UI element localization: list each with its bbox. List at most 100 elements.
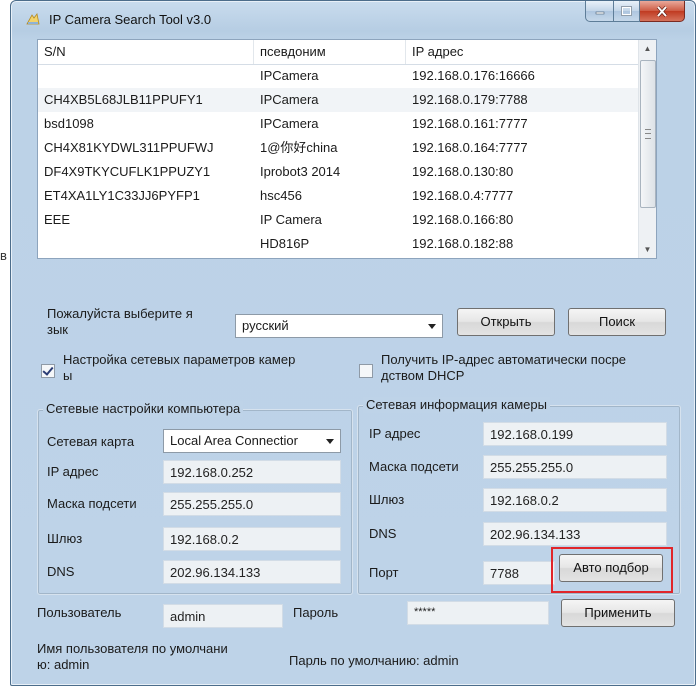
table-row[interactable]: EEE IP Camera 192.168.0.166:80	[38, 208, 638, 232]
scroll-down-icon[interactable]: ▼	[639, 241, 656, 258]
cell-alias: Iprobot3 2014	[260, 164, 341, 179]
language-label: Пожалуйста выберите я зык	[47, 306, 193, 338]
maximize-icon	[621, 6, 632, 16]
language-label-line1: Пожалуйста выберите я	[47, 306, 193, 321]
window-controls	[585, 1, 685, 23]
default-user-note-line1: Имя пользователя по умолчани	[37, 641, 228, 656]
language-select[interactable]: русский	[235, 314, 443, 338]
default-user-note: Имя пользователя по умолчани ю: admin	[37, 641, 228, 673]
dhcp-label-line1: Получить IP-адрес автоматически посре	[381, 352, 627, 367]
cell-ip: 192.168.0.179:7788	[412, 92, 528, 107]
cell-alias: 1@你好china	[260, 140, 338, 155]
pc-dns-field[interactable]: 202.96.134.133	[163, 560, 341, 584]
scroll-thumb[interactable]	[640, 60, 656, 208]
cell-ip: 192.168.0.161:7777	[412, 116, 528, 131]
camera-dns-field[interactable]: 202.96.134.133	[483, 522, 667, 546]
dhcp-label-line2: дством DHCP	[381, 368, 465, 383]
camera-network-group-title: Сетевая информация камеры	[363, 397, 550, 413]
close-icon	[656, 5, 668, 17]
pc-mask-label: Маска подсети	[47, 496, 137, 511]
apply-button[interactable]: Применить	[561, 599, 675, 627]
camera-port-label: Порт	[369, 565, 399, 580]
cell-ip: 192.168.0.164:7777	[412, 140, 528, 155]
dhcp-label: Получить IP-адрес автоматически посре дс…	[381, 352, 626, 384]
camera-ip-label: IP адрес	[369, 426, 421, 441]
chevron-down-icon	[428, 324, 436, 329]
user-field[interactable]: admin	[163, 604, 283, 628]
cell-ip: 192.168.0.176:16666	[412, 68, 535, 83]
language-label-line2: зык	[47, 322, 68, 337]
camera-gateway-field[interactable]: 192.168.0.2	[483, 488, 667, 512]
pc-ip-field[interactable]: 192.168.0.252	[163, 460, 341, 484]
default-user-note-line2: ю: admin	[37, 657, 90, 672]
dhcp-checkbox[interactable]	[359, 364, 373, 378]
cell-ip: 192.168.0.182:88	[412, 236, 514, 251]
network-setup-checkbox[interactable]	[41, 364, 55, 378]
window-title: IP Camera Search Tool v3.0	[49, 12, 212, 27]
app-icon	[26, 13, 40, 25]
chevron-down-icon	[326, 439, 334, 444]
cell-alias: IP Camera	[260, 212, 322, 227]
title-bar[interactable]: IP Camera Search Tool v3.0	[11, 1, 695, 37]
password-field[interactable]: *****	[407, 601, 549, 625]
network-setup-label-line2: ы	[63, 368, 73, 383]
cell-sn: CH4X81KYDWL311PPUFWJ	[44, 140, 214, 155]
pc-gateway-field[interactable]: 192.168.0.2	[163, 527, 341, 551]
cell-alias: IPCamera	[260, 92, 319, 107]
cell-sn: DF4X9TKYCUFLK1PPUZY1	[44, 164, 211, 179]
network-setup-label: Настройка сетевых параметров камер ы	[63, 352, 295, 384]
column-header-ip[interactable]: IP адрес	[406, 40, 638, 64]
password-label: Пароль	[293, 605, 339, 620]
network-adapter-select[interactable]: Local Area Connectior	[163, 429, 341, 453]
camera-mask-field[interactable]: 255.255.255.0	[483, 455, 667, 479]
minimize-icon	[595, 11, 604, 15]
search-button[interactable]: Поиск	[568, 308, 666, 336]
table-row[interactable]: CH4X81KYDWL311PPUFWJ 1@你好china 192.168.0.1…	[38, 136, 638, 160]
cell-alias: IPCamera	[260, 68, 319, 83]
table-row[interactable]: bsd1098 IPCamera 192.168.0.161:7777	[38, 112, 638, 136]
open-button[interactable]: Открыть	[457, 308, 555, 336]
table-row[interactable]: IPCamera 192.168.0.176:16666	[38, 64, 638, 88]
scroll-up-icon[interactable]: ▲	[639, 40, 656, 57]
pc-mask-field[interactable]: 255.255.255.0	[163, 492, 341, 516]
pc-dns-label: DNS	[47, 564, 75, 579]
table-row[interactable]: ET4XA1LY1C33JJ6PYFP1 hsc456 192.168.0.4:77…	[38, 184, 638, 208]
camera-gateway-label: Шлюз	[369, 492, 405, 507]
list-scrollbar[interactable]: ▲ ▼	[638, 40, 656, 258]
table-row[interactable]: HD816P 192.168.0.182:88	[38, 232, 638, 256]
table-row[interactable]: DF4X9TKYCUFLK1PPUZY1 Iprobot3 2014 192.168…	[38, 160, 638, 184]
close-button[interactable]	[640, 1, 685, 22]
cell-ip: 192.168.0.166:80	[412, 212, 514, 227]
camera-ip-field[interactable]: 192.168.0.199	[483, 422, 667, 446]
cell-sn: EEE	[44, 212, 71, 227]
cell-sn	[38, 64, 44, 88]
minimize-button[interactable]	[585, 1, 614, 22]
maximize-button[interactable]	[614, 1, 640, 22]
user-label: Пользователь	[37, 605, 122, 620]
network-setup-label-line1: Настройка сетевых параметров камер	[63, 352, 296, 367]
pc-network-group-title: Сетевые настройки компьютера	[43, 401, 244, 417]
grip-icon	[645, 129, 651, 139]
column-header-sn[interactable]: S/N	[38, 40, 254, 64]
camera-mask-label: Маска подсети	[369, 459, 459, 474]
cell-alias: hsc456	[260, 188, 302, 203]
column-header-alias[interactable]: псевдоним	[254, 40, 406, 64]
camera-port-field[interactable]: 7788	[483, 561, 555, 585]
cell-sn: ET4XA1LY1C33JJ6PYFP1	[44, 188, 200, 203]
camera-list[interactable]: S/N псевдоним IP адрес IPCamera 192.168.0…	[37, 39, 657, 259]
language-selected-value: русский	[242, 318, 289, 333]
cell-ip: 192.168.0.130:80	[412, 164, 514, 179]
adapter-label: Сетевая карта	[47, 434, 135, 449]
table-row[interactable]: CH4XB5L68JLB11PPUFY1 IPCamera 192.168.0.17…	[38, 88, 638, 112]
cell-sn: CH4XB5L68JLB11PPUFY1	[44, 92, 203, 107]
auto-select-button[interactable]: Авто подбор	[559, 554, 663, 582]
network-adapter-value: Local Area Connectior	[170, 433, 298, 448]
app-window: IP Camera Search Tool v3.0 S/N псевдоним…	[10, 0, 696, 686]
cell-alias: HD816P	[260, 236, 310, 251]
pc-gateway-label: Шлюз	[47, 531, 83, 546]
background-text-fragment: в	[0, 248, 7, 263]
list-header: S/N псевдоним IP адрес	[38, 40, 638, 65]
cell-sn	[38, 232, 44, 256]
cell-alias: IPCamera	[260, 116, 319, 131]
cell-ip: 192.168.0.4:7777	[412, 188, 514, 203]
